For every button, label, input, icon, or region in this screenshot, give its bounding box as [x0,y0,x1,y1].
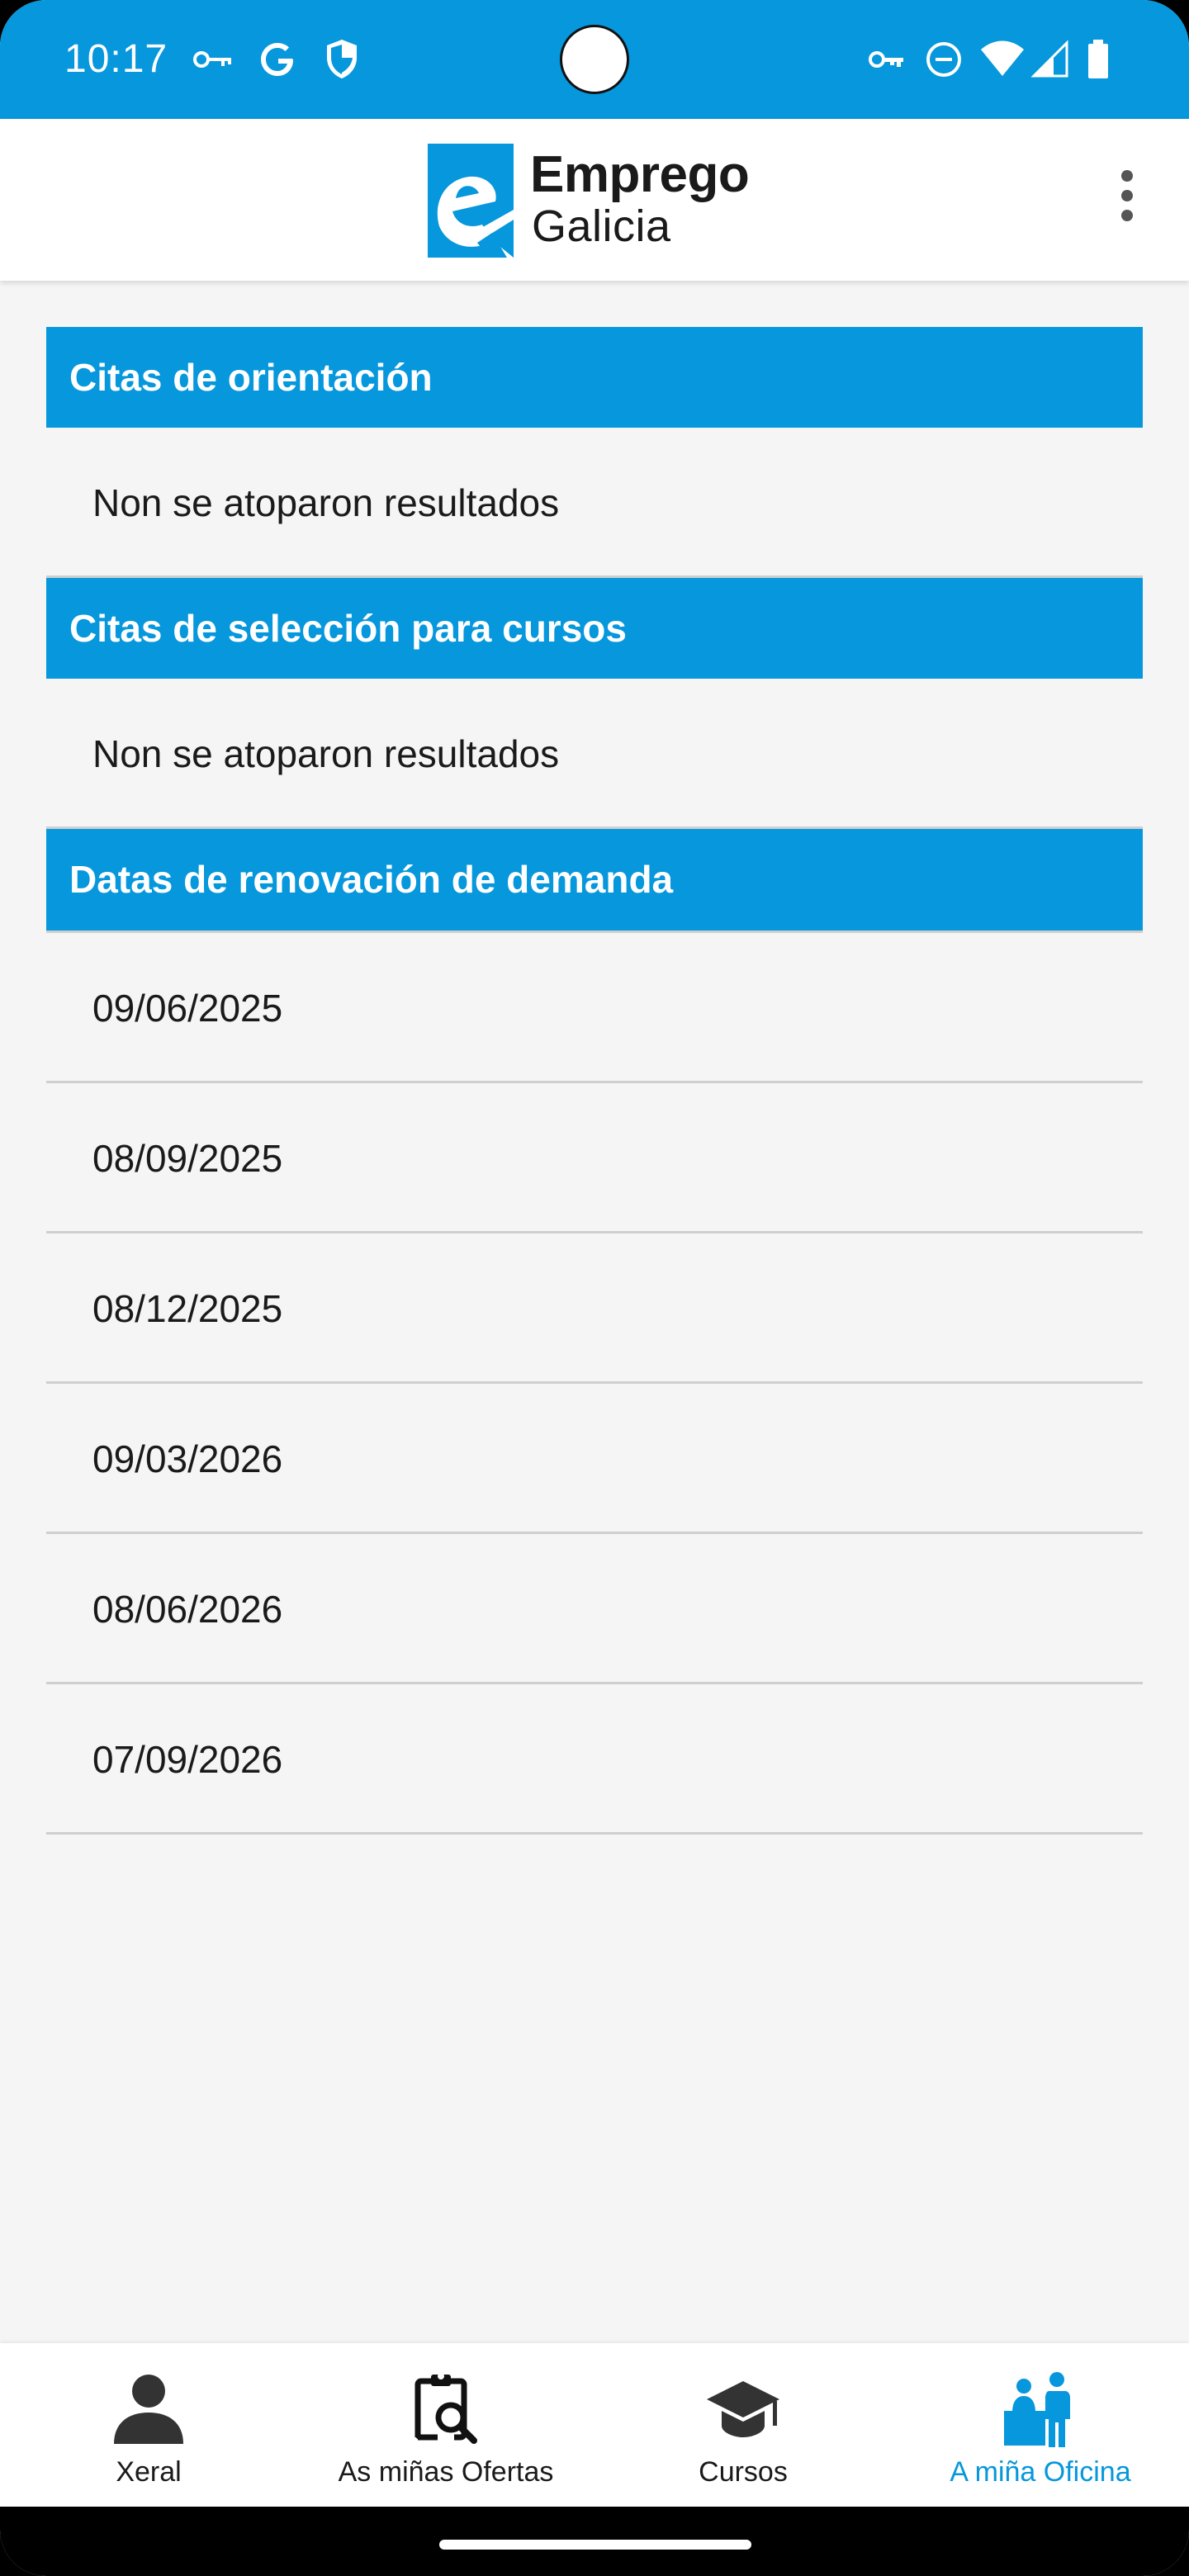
renewal-date-row: 09/03/2026 [46,1384,1143,1534]
nav-label: Cursos [699,2456,788,2488]
google-icon [261,43,293,76]
logo-title: Emprego [530,146,750,203]
nav-label: Xeral [116,2456,182,2488]
person-icon [114,2375,183,2444]
shield-icon [327,40,357,78]
app-bar: Emprego Galicia [0,119,1189,281]
renewal-date-row: 09/06/2025 [46,933,1143,1083]
front-camera [560,25,629,94]
nav-label: As miñas Ofertas [338,2456,554,2488]
renewal-date-row: 07/09/2026 [46,1684,1143,1835]
empty-result-row: Non se atoparon resultados [46,428,1143,578]
bottom-navigation: Xeral As miñas Ofertas Cursos A miña Ofi… [0,2343,1189,2507]
nav-label: A miña Oficina [950,2456,1131,2488]
key-icon [193,51,231,68]
renewal-date-row: 08/06/2026 [46,1534,1143,1684]
office-people-icon [1004,2372,1070,2447]
logo-mark-icon [428,144,514,258]
status-time: 10:17 [64,37,168,81]
gesture-navigation-area [0,2507,1189,2576]
clipboard-search-icon [414,2373,477,2444]
renewal-date-row: 08/09/2025 [46,1083,1143,1234]
section-header-renewal-dates: Datas de renovación de demanda [46,829,1143,933]
nav-item-my-offers[interactable]: As miñas Ofertas [297,2343,594,2507]
empty-result-row: Non se atoparon resultados [46,679,1143,829]
signal-icon [1030,40,1068,78]
renewal-date-row: 08/12/2025 [46,1234,1143,1384]
nav-item-xeral[interactable]: Xeral [0,2343,297,2507]
graduation-cap-icon [707,2381,779,2437]
wifi-icon [981,40,1024,76]
office-content: Citas de orientación Non se atoparon res… [46,327,1143,1835]
emprego-galicia-logo[interactable]: Emprego Galicia [428,144,775,259]
section-header-course-selection: Citas de selección para cursos [46,578,1143,679]
vpn-key-icon [869,51,903,68]
section-header-orientation: Citas de orientación [46,327,1143,428]
nav-item-my-office[interactable]: A miña Oficina [892,2343,1189,2507]
status-bar: 10:17 [0,0,1189,119]
do-not-disturb-icon [926,42,961,77]
phone-screen: 10:17 Emprego Galicia Citas de orientaci… [0,0,1189,2576]
more-vert-icon[interactable] [1106,170,1148,233]
logo-subtitle: Galicia [532,201,671,251]
nav-item-courses[interactable]: Cursos [594,2343,892,2507]
battery-icon [1088,40,1108,78]
home-gesture-handle[interactable] [439,2540,751,2550]
